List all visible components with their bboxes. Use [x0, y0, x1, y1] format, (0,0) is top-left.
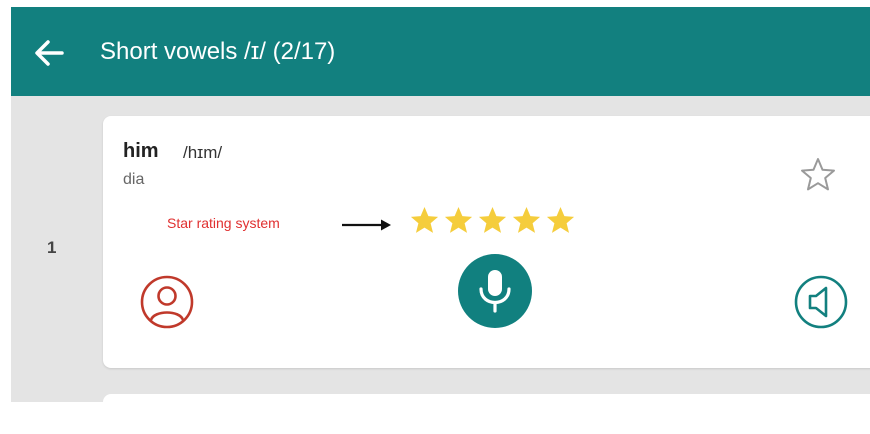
- word-card: him /hɪm/ dia Star rating system: [103, 116, 870, 368]
- star-outline-icon: [801, 158, 835, 191]
- next-word-card[interactable]: [103, 394, 870, 434]
- screen: Short vowels /ɪ/ (2/17) 1 him /hɪm/ dia …: [0, 0, 870, 434]
- star-filled-icon[interactable]: [511, 205, 542, 236]
- star-filled-icon[interactable]: [443, 205, 474, 236]
- user-circle-icon: [140, 275, 194, 329]
- item-index: 1: [47, 238, 57, 257]
- meaning-text: dia: [123, 171, 145, 188]
- record-playback-button[interactable]: [139, 274, 195, 330]
- page-title: Short vowels /ɪ/ (2/17): [100, 38, 336, 65]
- arrow-left-icon: [35, 40, 64, 66]
- ipa-text: /hɪm/: [183, 143, 223, 162]
- favorite-button[interactable]: [799, 156, 837, 194]
- microphone-icon: [479, 270, 511, 313]
- play-audio-button[interactable]: [793, 274, 849, 330]
- annotation-label: Star rating system: [167, 215, 280, 231]
- annotation-arrow-icon: [342, 219, 391, 231]
- app-bar: Short vowels /ɪ/ (2/17): [11, 7, 870, 96]
- star-rating[interactable]: [409, 205, 576, 239]
- star-filled-icon[interactable]: [545, 205, 576, 236]
- back-button[interactable]: [29, 33, 69, 73]
- word-list: 1 him /hɪm/ dia Star rating system: [11, 96, 870, 434]
- star-filled-icon[interactable]: [477, 205, 508, 236]
- star-filled-icon[interactable]: [409, 205, 440, 236]
- word-text: him: [123, 140, 159, 162]
- speaker-icon: [794, 275, 848, 329]
- microphone-button[interactable]: [458, 254, 532, 328]
